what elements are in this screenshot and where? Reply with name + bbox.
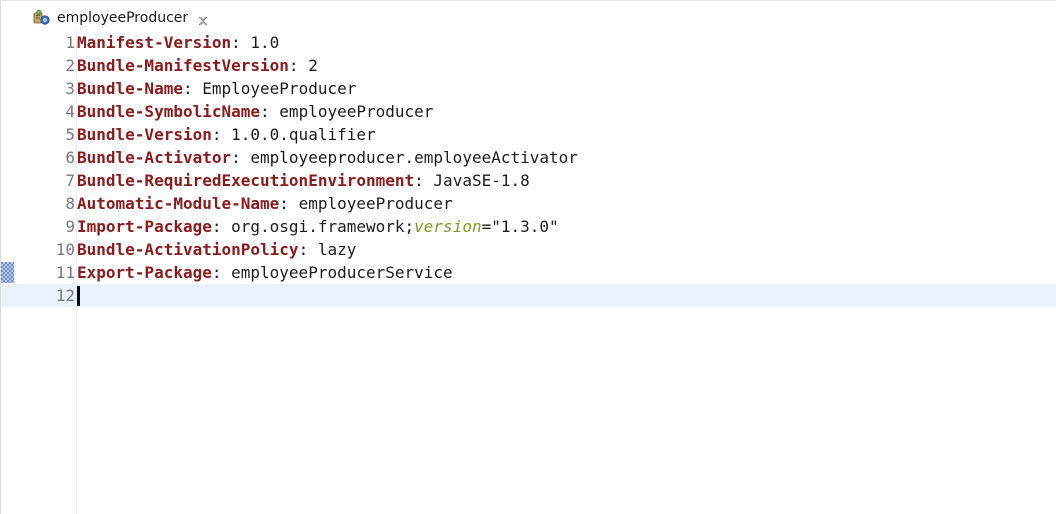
header-value: org.osgi.framework;: [231, 217, 415, 236]
separator: :: [260, 102, 280, 121]
header-value: EmployeeProducer: [202, 79, 357, 98]
attribute-value: ="1.3.0": [481, 217, 559, 236]
line-number: 10: [55, 240, 75, 259]
line-number: 12: [55, 286, 75, 305]
header-value: 2: [308, 56, 318, 75]
code-line[interactable]: 1 Manifest-Version: 1.0: [1, 31, 1056, 54]
code-line[interactable]: 4 Bundle-SymbolicName: employeeProducer: [1, 100, 1056, 123]
header-value: lazy: [317, 240, 357, 259]
separator: :: [298, 240, 318, 259]
editor-tab-bar: employeeProducer: [1, 0, 1056, 31]
code-text: Bundle-ActivationPolicy: lazy: [75, 240, 356, 259]
code-line[interactable]: 6 Bundle-Activator: employeeproducer.emp…: [1, 146, 1056, 169]
header-key: Bundle-SymbolicName: [77, 102, 261, 121]
code-text: Import-Package: org.osgi.framework;versi…: [75, 217, 559, 236]
separator: :: [231, 148, 251, 167]
code-text: Automatic-Module-Name: employeeProducer: [75, 194, 453, 213]
code-line[interactable]: 8 Automatic-Module-Name: employeeProduce…: [1, 192, 1056, 215]
separator: :: [211, 217, 232, 236]
manifest-file-icon: [33, 9, 51, 27]
header-key: Automatic-Module-Name: [77, 194, 280, 213]
header-value: employeeProducer: [279, 102, 434, 121]
separator: :: [211, 263, 232, 282]
header-key: Bundle-Version: [77, 125, 212, 144]
close-icon[interactable]: [197, 12, 209, 26]
code-text: Manifest-Version: 1.0: [75, 33, 279, 52]
manifest-editor-window: employeeProducer 1 Manifest-Version: 1.0…: [0, 0, 1056, 514]
code-line[interactable]: 5 Bundle-Version: 1.0.0.qualifier: [1, 123, 1056, 146]
code-text: Bundle-SymbolicName: employeeProducer: [75, 102, 433, 121]
separator: :: [288, 56, 309, 75]
line-number: 7: [65, 171, 75, 190]
code-lines: 1 Manifest-Version: 1.0 2 Bundle-Manifes…: [1, 31, 1056, 307]
header-value: 1.0.0.qualifier: [231, 125, 376, 144]
header-key: Bundle-Name: [77, 79, 183, 98]
code-text: Bundle-Version: 1.0.0.qualifier: [75, 125, 376, 144]
header-key: Import-Package: [77, 217, 212, 236]
separator: :: [182, 79, 203, 98]
line-number: 3: [65, 79, 75, 98]
line-number: 4: [65, 102, 75, 121]
code-line[interactable]: 9 Import-Package: org.osgi.framework;ver…: [1, 215, 1056, 238]
code-line[interactable]: 2 Bundle-ManifestVersion: 2: [1, 54, 1056, 77]
code-text: Export-Package: employeeProducerService: [75, 263, 453, 282]
line-number: 6: [65, 148, 75, 167]
line-number: 8: [65, 194, 75, 213]
line-number: 2: [65, 56, 75, 75]
header-value: JavaSE-1.8: [433, 171, 530, 190]
separator: :: [231, 33, 251, 52]
text-caret: [77, 285, 80, 306]
header-key: Bundle-RequiredExecutionEnvironment: [77, 171, 415, 190]
code-text: Bundle-Activator: employeeproducer.emplo…: [75, 148, 578, 167]
header-key: Bundle-Activator: [77, 148, 232, 167]
code-text: Bundle-Name: EmployeeProducer: [75, 79, 356, 98]
header-key: Bundle-ActivationPolicy: [77, 240, 299, 259]
header-key: Export-Package: [77, 263, 212, 282]
code-line-current[interactable]: 12: [1, 284, 1056, 307]
line-number: 5: [65, 125, 75, 144]
header-value: 1.0: [250, 33, 280, 52]
tab-title: employeeProducer: [57, 10, 189, 26]
header-value: employeeproducer.employeeActivator: [250, 148, 578, 167]
header-value: employeeProducerService: [231, 263, 453, 282]
code-line[interactable]: 7 Bundle-RequiredExecutionEnvironment: J…: [1, 169, 1056, 192]
attribute-name: version: [414, 217, 482, 236]
separator: :: [414, 171, 434, 190]
code-text: Bundle-ManifestVersion: 2: [75, 56, 318, 75]
header-key: Manifest-Version: [77, 33, 232, 52]
manifest-source-editor[interactable]: 1 Manifest-Version: 1.0 2 Bundle-Manifes…: [1, 31, 1056, 514]
code-text: Bundle-RequiredExecutionEnvironment: Jav…: [75, 171, 530, 190]
code-line[interactable]: 10 Bundle-ActivationPolicy: lazy: [1, 238, 1056, 261]
code-text: [75, 285, 80, 306]
header-key: Bundle-ManifestVersion: [77, 56, 289, 75]
separator: :: [279, 194, 299, 213]
line-number: 1: [65, 33, 75, 52]
code-line[interactable]: 11 Export-Package: employeeProducerServi…: [1, 261, 1056, 284]
header-value: employeeProducer: [298, 194, 453, 213]
code-line[interactable]: 3 Bundle-Name: EmployeeProducer: [1, 77, 1056, 100]
separator: :: [211, 125, 232, 144]
change-marker: [1, 262, 14, 283]
tab-employee-producer[interactable]: employeeProducer: [23, 5, 220, 31]
line-number: 9: [65, 217, 75, 236]
